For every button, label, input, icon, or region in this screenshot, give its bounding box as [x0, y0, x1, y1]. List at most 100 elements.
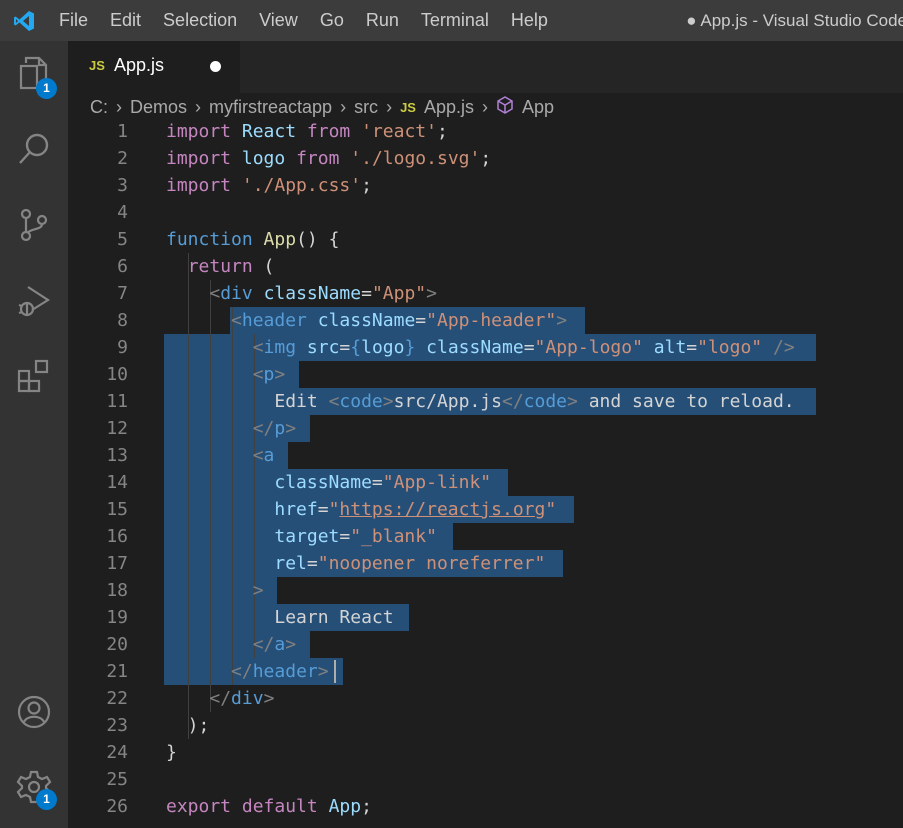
line-number: 7	[117, 283, 128, 304]
code-line[interactable]: 1 import React from 'react';	[68, 122, 903, 145]
gear-icon[interactable]: 1	[0, 757, 68, 817]
code-text: <p>	[252, 364, 286, 385]
menu-terminal[interactable]: Terminal	[410, 0, 500, 41]
code-editor[interactable]: 1 import React from 'react'; 2 import logo …	[68, 122, 903, 828]
breadcrumb-project[interactable]: myfirstreactapp	[209, 97, 332, 118]
line-number: 2	[117, 148, 128, 169]
code-line[interactable]: 2 import logo from './logo.svg';	[68, 145, 903, 172]
menu-edit[interactable]: Edit	[99, 0, 152, 41]
unsaved-dot-icon[interactable]	[210, 61, 221, 72]
code-text: </a>	[252, 634, 297, 655]
chevron-right-icon: ›	[116, 97, 122, 117]
code-text: Edit <code>src/App.js</code> and save to…	[274, 391, 795, 412]
code-line[interactable]: 26 export default App;	[68, 793, 903, 820]
run-debug-icon[interactable]	[0, 271, 68, 331]
line-number: 18	[106, 580, 128, 601]
code-line[interactable]: 10 <p>	[68, 361, 903, 388]
code-line[interactable]: 13 <a	[68, 442, 903, 469]
settings-badge: 1	[36, 789, 57, 810]
chevron-right-icon: ›	[340, 97, 347, 117]
code-line[interactable]: 19 Learn React	[68, 604, 903, 631]
code-line[interactable]: 8 <header className="App-header">	[68, 307, 903, 334]
explorer-badge: 1	[36, 78, 57, 99]
line-number: 16	[106, 526, 128, 547]
files-icon[interactable]: 1	[0, 43, 68, 103]
line-number: 14	[106, 472, 128, 493]
line-number: 8	[117, 310, 128, 331]
breadcrumb-file[interactable]: App.js	[424, 97, 474, 118]
code-text: <header className="App-header">	[231, 310, 568, 331]
code-text: </header>	[231, 661, 329, 682]
js-file-icon: JS	[400, 100, 416, 115]
tab-label: App.js	[114, 55, 165, 75]
code-line[interactable]: 11 Edit <code>src/App.js</code> and save…	[68, 388, 903, 415]
breadcrumb-symbol[interactable]: App	[522, 97, 554, 118]
window-title: ● App.js - Visual Studio Code	[686, 11, 903, 30]
line-number: 26	[106, 796, 128, 817]
menu-view[interactable]: View	[248, 0, 309, 41]
breadcrumb: C: › Demos › myfirstreactapp › src › JS …	[68, 93, 903, 122]
menu-run[interactable]: Run	[355, 0, 410, 41]
code-line[interactable]: 5 function App() {	[68, 226, 903, 253]
code-line[interactable]: 9 <img src={logo} className="App-logo" a…	[68, 334, 903, 361]
js-file-icon: JS	[89, 58, 105, 73]
code-text: <img src={logo} className="App-logo" alt…	[252, 337, 795, 358]
text-cursor	[334, 660, 336, 683]
code-line[interactable]: 3 import './App.css';	[68, 172, 903, 199]
code-line[interactable]: 22 </div>	[68, 685, 903, 712]
code-line[interactable]: 20 </a>	[68, 631, 903, 658]
breadcrumb-src[interactable]: src	[354, 97, 378, 118]
code-text: import React from 'react';	[166, 122, 448, 142]
line-number: 17	[106, 553, 128, 574]
menu-go[interactable]: Go	[309, 0, 355, 41]
code-text: </div>	[209, 688, 275, 709]
title-bar: File Edit Selection View Go Run Terminal…	[0, 0, 903, 41]
code-line[interactable]: 14 className="App-link"	[68, 469, 903, 496]
line-number: 21	[106, 661, 128, 682]
code-line[interactable]: 7 <div className="App">	[68, 280, 903, 307]
code-line[interactable]: 18 >	[68, 577, 903, 604]
code-text: <div className="App">	[209, 283, 437, 304]
line-number: 20	[106, 634, 128, 655]
vscode-logo-icon	[0, 0, 48, 41]
code-line[interactable]: 16 target="_blank"	[68, 523, 903, 550]
code-text: import logo from './logo.svg';	[166, 148, 492, 169]
code-line[interactable]: 21 </header>	[68, 658, 903, 685]
code-text: function App() {	[166, 229, 340, 250]
code-line[interactable]: 4	[68, 199, 903, 226]
code-line[interactable]: 23 );	[68, 712, 903, 739]
code-line[interactable]: 17 rel="noopener noreferrer"	[68, 550, 903, 577]
code-line[interactable]: 12 </p>	[68, 415, 903, 442]
chevron-right-icon: ›	[386, 97, 393, 117]
tab-appjs[interactable]: JS App.js	[68, 41, 240, 93]
account-icon[interactable]	[0, 682, 68, 742]
breadcrumb-drive[interactable]: C:	[90, 97, 108, 118]
line-number: 24	[106, 742, 128, 763]
code-line[interactable]: 6 return (	[68, 253, 903, 280]
line-number: 12	[106, 418, 128, 439]
code-line[interactable]: 24}	[68, 739, 903, 766]
source-control-icon[interactable]	[0, 195, 68, 255]
line-number: 19	[106, 607, 128, 628]
line-number: 3	[117, 175, 128, 196]
code-text: </p>	[252, 418, 297, 439]
extensions-icon[interactable]	[0, 346, 68, 406]
code-text: );	[166, 715, 210, 736]
code-line[interactable]: 25	[68, 766, 903, 793]
code-text: className="App-link"	[274, 472, 492, 493]
line-number: 5	[117, 229, 128, 250]
menu-help[interactable]: Help	[500, 0, 559, 41]
tab-bar: JS App.js	[68, 41, 903, 93]
code-line[interactable]: 15 href="https://reactjs.org"	[68, 496, 903, 523]
line-number: 22	[106, 688, 128, 709]
search-icon[interactable]	[0, 119, 68, 179]
line-number: 9	[117, 337, 128, 358]
menu-file[interactable]: File	[48, 0, 99, 41]
line-number: 23	[106, 715, 128, 736]
line-number: 11	[106, 391, 128, 412]
symbol-cube-icon	[496, 96, 514, 119]
breadcrumb-demos[interactable]: Demos	[130, 97, 187, 118]
chevron-right-icon: ›	[195, 97, 202, 117]
line-number: 6	[117, 256, 128, 277]
menu-selection[interactable]: Selection	[152, 0, 248, 41]
